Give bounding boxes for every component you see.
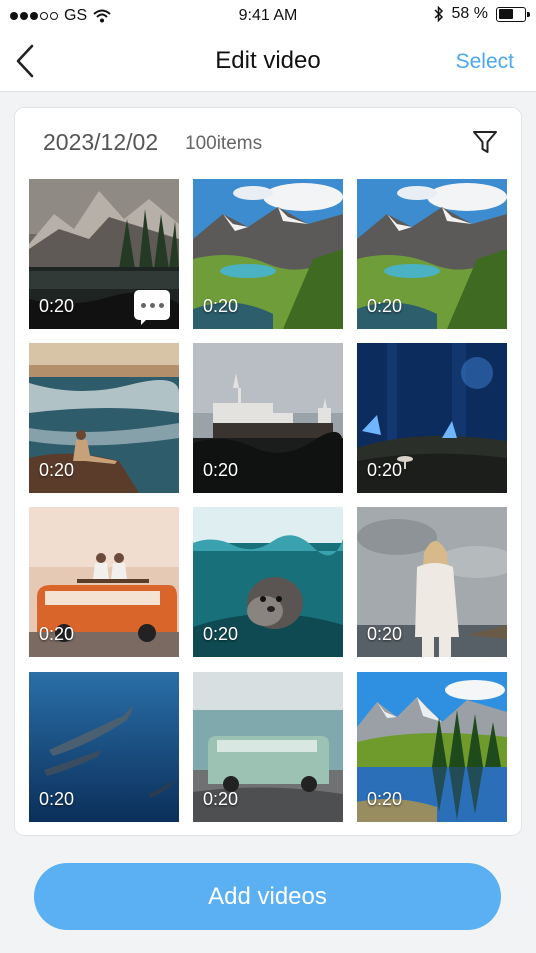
video-thumbnail[interactable]: 0:20 <box>29 343 179 493</box>
video-thumbnail[interactable]: 0:20 <box>29 672 179 822</box>
battery-icon <box>496 6 530 22</box>
status-bar: GS 9:41 AM 58 % <box>0 0 536 34</box>
video-duration: 0:20 <box>203 460 239 480</box>
video-duration: 0:20 <box>39 460 75 480</box>
nav-bar: Edit video Select <box>0 34 536 92</box>
video-duration: 0:20 <box>39 296 75 316</box>
video-duration: 0:20 <box>367 460 403 480</box>
video-thumbnail[interactable]: 0:20 <box>29 507 179 657</box>
add-videos-button[interactable]: Add videos <box>34 863 501 930</box>
video-thumbnail[interactable]: 0:20 <box>357 507 507 657</box>
video-thumbnail[interactable]: 0:20 <box>357 672 507 822</box>
video-album-card: 2023/12/02 100items 0:20 0:20 0:20 0:20 … <box>14 107 522 836</box>
video-duration: 0:20 <box>203 624 239 644</box>
bluetooth-icon <box>434 6 443 22</box>
video-thumbnail[interactable]: 0:20 <box>193 507 343 657</box>
video-thumbnail[interactable]: 0:20 <box>193 672 343 822</box>
video-duration: 0:20 <box>39 789 75 809</box>
video-duration: 0:20 <box>203 789 239 809</box>
video-thumbnail[interactable]: 0:20 <box>357 179 507 329</box>
video-thumbnail[interactable]: 0:20 <box>193 179 343 329</box>
status-right: 58 % <box>434 5 530 23</box>
video-thumbnail[interactable]: 0:20 <box>193 343 343 493</box>
video-thumbnail[interactable]: 0:20 <box>357 343 507 493</box>
filter-button[interactable] <box>471 128 499 156</box>
battery-percent: 58 % <box>451 5 488 22</box>
album-date: 2023/12/02 <box>43 129 159 155</box>
video-grid: 0:20 0:20 0:20 0:20 0:20 0:20 0:20 0:20 … <box>29 179 508 822</box>
video-duration: 0:20 <box>39 624 75 644</box>
video-duration: 0:20 <box>367 296 403 316</box>
filter-icon <box>473 131 497 153</box>
video-duration: 0:20 <box>203 296 239 316</box>
video-duration: 0:20 <box>367 624 403 644</box>
more-options-button[interactable] <box>134 290 170 325</box>
video-thumbnail[interactable]: 0:20 <box>29 179 179 329</box>
album-item-count: 100items <box>185 133 263 154</box>
select-button[interactable]: Select <box>456 50 514 74</box>
video-duration: 0:20 <box>367 789 403 809</box>
